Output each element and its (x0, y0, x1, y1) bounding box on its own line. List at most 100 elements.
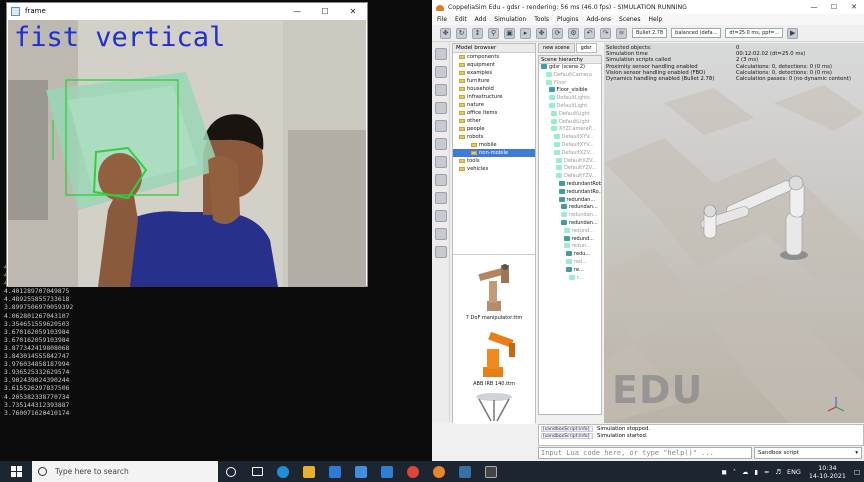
camera-rotate-icon[interactable]: ↻ (456, 27, 467, 39)
camera-shift-icon[interactable]: ↕ (472, 27, 483, 39)
scene-object-item[interactable]: red... (539, 258, 601, 267)
scene-object-item[interactable]: r... (539, 274, 601, 283)
battery-icon[interactable]: ▮ (754, 468, 758, 476)
menu-simulation[interactable]: Simulation (494, 16, 526, 23)
manipulator-7dof-thumbnail[interactable] (471, 261, 517, 313)
scripts-icon[interactable] (435, 120, 447, 132)
scene-object-item[interactable]: DefaultXZV... (539, 157, 601, 166)
python-icon[interactable] (452, 461, 478, 482)
minimize-icon[interactable]: — (804, 3, 824, 11)
scene-search-icon[interactable] (435, 48, 447, 60)
camera-pan-icon[interactable]: ✥ (440, 27, 451, 39)
scene-object-item[interactable]: redundan... (539, 204, 601, 212)
frame-window[interactable]: frame — ☐ ✕ fist vertical (6, 2, 368, 287)
tab-new-scene[interactable]: new scene (538, 43, 575, 53)
model-folder-item[interactable]: nature (453, 101, 535, 109)
chrome-icon[interactable] (400, 461, 426, 482)
scene-object-item[interactable]: redund... (539, 227, 601, 236)
maximize-icon[interactable]: ☐ (824, 3, 844, 11)
menu-plugins[interactable]: Plugins (557, 16, 579, 23)
tray-app-icon[interactable]: ◼ (722, 468, 727, 476)
clock[interactable]: 10:34 14-10-2021 (809, 464, 846, 480)
scene-object-item[interactable]: redundantRo... (539, 188, 601, 197)
frame-titlebar[interactable]: frame — ☐ ✕ (7, 3, 367, 19)
undo-icon[interactable]: ↶ (584, 27, 595, 39)
object-select-icon[interactable]: ▸ (520, 27, 531, 39)
object-shift-icon[interactable]: ✥ (536, 27, 547, 39)
collections-icon[interactable] (435, 102, 447, 114)
menu-add[interactable]: Add (475, 16, 487, 23)
terminal-icon[interactable] (478, 461, 504, 482)
model-folder-item[interactable]: components (453, 53, 535, 61)
object-properties-icon[interactable] (435, 66, 447, 78)
accuracy-select[interactable]: balanced (defa... (671, 28, 722, 38)
model-browser[interactable]: Model browser components equipment example… (452, 43, 536, 424)
model-folder-item[interactable]: examples (453, 69, 535, 77)
menu-addons[interactable]: Add-ons (587, 16, 612, 23)
model-folder-item[interactable]: other (453, 117, 535, 125)
vscode-icon[interactable] (374, 461, 400, 482)
coppeliasim-window[interactable]: CoppeliaSim Edu - gdsr - rendering: 56 m… (432, 0, 864, 461)
model-thumbnails[interactable]: 7 DoF manipulator.ttm ABB IRB 140.ttm (453, 254, 535, 424)
scene-object-item[interactable]: redundan... (539, 196, 601, 205)
scene-object-item[interactable]: DefaultYZV... (539, 173, 601, 181)
close-icon[interactable]: ✕ (844, 3, 864, 11)
tab-gdsr[interactable]: gdsr (575, 43, 597, 53)
scene-object-item[interactable]: Floor_visible (539, 87, 601, 95)
model-folder-item[interactable]: office items (453, 109, 535, 117)
store-icon[interactable] (348, 461, 374, 482)
redo-icon[interactable]: ↷ (600, 27, 611, 39)
scene-object-item[interactable]: redund... (539, 235, 601, 244)
model-folder-item[interactable]: robots (453, 133, 535, 141)
close-icon[interactable]: ✕ (339, 7, 367, 16)
model-folder-item[interactable]: people (453, 125, 535, 133)
delta-robot-thumbnail[interactable] (471, 391, 517, 425)
model-folder-item[interactable]: mobile (453, 141, 535, 149)
layers-icon[interactable] (435, 228, 447, 240)
scene-hierarchy[interactable]: Scene hierarchy gdsr (scene 2) DefaultCam… (538, 55, 602, 415)
model-folder-item[interactable]: tools (453, 157, 535, 165)
wifi-icon[interactable]: ≈ (764, 468, 769, 476)
maximize-icon[interactable]: ☐ (311, 7, 339, 16)
path-edit-icon[interactable] (435, 156, 447, 168)
scene-hierarchy-icon[interactable] (435, 210, 447, 222)
menu-help[interactable]: Help (648, 16, 662, 23)
assemble-icon[interactable]: ⚙ (568, 27, 579, 39)
model-folder-item[interactable]: vehicles (453, 165, 535, 173)
menu-tools[interactable]: Tools (534, 16, 549, 23)
scene-object-item[interactable]: DefaultXYV... (539, 141, 601, 150)
dynamics-icon[interactable]: ⚛ (616, 27, 627, 39)
scene-object-item[interactable]: DefaultXZV... (539, 149, 601, 158)
model-folder-item[interactable]: furniture (453, 77, 535, 85)
menu-file[interactable]: File (437, 16, 447, 23)
selection-icon[interactable] (435, 174, 447, 186)
camera-zoom-icon[interactable]: ⚲ (488, 27, 499, 39)
scene-object-item[interactable]: DefaultLight (539, 102, 601, 111)
task-view-icon[interactable] (244, 461, 270, 482)
dt-select[interactable]: dt=25.0 ms, ppf=... (725, 28, 784, 38)
scene-object-item[interactable]: XYZCameraP... (539, 126, 601, 134)
scene-object-item[interactable]: DefaultCamera (539, 71, 601, 80)
model-browser-icon[interactable] (435, 192, 447, 204)
scene-object-item[interactable]: Floor (539, 79, 601, 88)
scene-object-item[interactable]: redu... (539, 251, 601, 259)
minimize-icon[interactable]: — (283, 7, 311, 16)
volume-icon[interactable]: ♬ (775, 468, 781, 476)
thumb-label-7dof[interactable]: 7 DoF manipulator.ttm (453, 315, 535, 321)
model-folder-item[interactable]: equipment (453, 61, 535, 69)
file-explorer-icon[interactable] (296, 461, 322, 482)
scene-object-item[interactable]: redundan... (539, 219, 601, 228)
scene-object-item[interactable]: redundantRob... (539, 180, 601, 189)
menu-edit[interactable]: Edit (455, 16, 467, 23)
model-folder-item[interactable]: infrastructure (453, 93, 535, 101)
scene-object-item[interactable]: DefaultLight (539, 118, 601, 127)
taskbar-search[interactable]: Type here to search (32, 461, 218, 482)
mail-icon[interactable] (322, 461, 348, 482)
scene-hierarchy-tree[interactable]: gdsr (scene 2) DefaultCamera Floor Floor_vi… (539, 64, 601, 282)
scene-object-item[interactable]: re... (539, 266, 601, 275)
language-indicator[interactable]: ENG (787, 468, 801, 476)
scene-object-item[interactable]: DefaultXYV... (539, 134, 601, 142)
model-browser-tree[interactable]: components equipment examples furniture hous… (453, 53, 535, 173)
lua-command-input[interactable]: Input Lua code here, or type "help()" ..… (538, 447, 752, 459)
model-folder-item[interactable]: non-mobile (453, 149, 535, 157)
